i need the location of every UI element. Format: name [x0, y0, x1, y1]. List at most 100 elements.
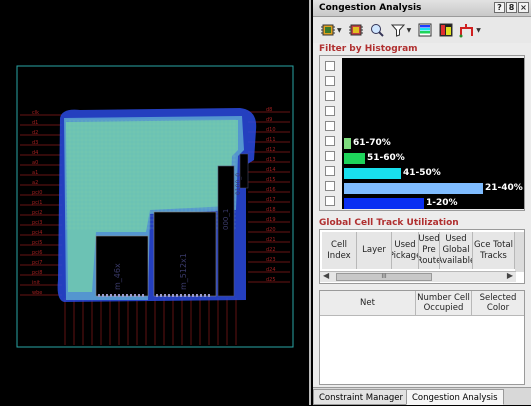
- chevron-down-icon[interactable]: ▼: [476, 27, 481, 34]
- tab-congestion-analysis[interactable]: Congestion Analysis: [406, 389, 504, 405]
- col-gce-total[interactable]: Gce Total Tracks: [473, 232, 515, 269]
- col-layer[interactable]: Layer: [357, 232, 392, 269]
- macro-pin: [110, 294, 112, 297]
- col-number-cell-occupied[interactable]: Number Cell Occupied: [416, 291, 472, 316]
- histogram-filter-checkbox[interactable]: [325, 121, 335, 131]
- pin-label: d22: [266, 247, 276, 253]
- chevron-down-icon[interactable]: ▼: [407, 27, 412, 34]
- histogram-filter-checkbox[interactable]: [325, 151, 335, 161]
- col-selected-color[interactable]: Selected Color: [472, 291, 524, 316]
- macro-pin: [204, 294, 206, 297]
- pin-label: a2: [32, 180, 38, 186]
- utilization-grid: Cell Index Layer Used Pickage Used Pre R…: [319, 229, 525, 284]
- macro-pin: [172, 294, 174, 297]
- grid-horizontal-scrollbar[interactable]: ◀ III ▶: [320, 271, 516, 282]
- histogram-filter-checkbox[interactable]: [325, 76, 335, 86]
- scroll-left-icon[interactable]: ◀: [323, 271, 329, 280]
- macro-block: [217, 165, 235, 297]
- histogram-plot: 61-70% 51-60% 41-50% 21-40% 1-20%: [342, 58, 524, 209]
- congestion-map: clk d1 d2 d3 d4 a0 a1 a2 pci0 pci1 pci2 pci3 pci4 pci…: [16, 65, 294, 348]
- legend-icon[interactable]: [416, 21, 434, 39]
- pin-label: d20: [266, 227, 276, 233]
- macro-pin: [184, 294, 186, 297]
- macro-pin: [156, 294, 158, 297]
- filter-section-label: Filter by Histogram: [319, 44, 418, 54]
- histogram-bar[interactable]: [344, 183, 483, 194]
- col-used-global[interactable]: Used Global Available: [440, 232, 473, 269]
- macro-pin: [196, 294, 198, 297]
- col-cell-index[interactable]: Cell Index: [322, 232, 357, 269]
- pin-label: a1: [32, 170, 38, 176]
- macro-pin: [138, 294, 140, 297]
- macro-block: [95, 235, 149, 297]
- panel-title: Congestion Analysis: [319, 3, 422, 13]
- histogram-filter-checkbox[interactable]: [325, 181, 335, 191]
- macro-label: 000_1: [222, 209, 230, 230]
- pin-label: clk: [32, 110, 39, 116]
- col-used-pre-route[interactable]: Used Pre Route: [419, 232, 440, 269]
- histogram-bar[interactable]: [344, 168, 401, 179]
- pin-label: d10: [266, 127, 276, 133]
- grid-vertical-scrollbar[interactable]: [515, 232, 524, 272]
- macro-pin: [192, 294, 194, 297]
- pin-label: d24: [266, 267, 276, 273]
- pin-label: d14: [266, 167, 276, 173]
- congestion-map-icon[interactable]: [437, 21, 455, 39]
- pin-label: init: [32, 280, 40, 286]
- macro-pin: [122, 294, 124, 297]
- layout-canvas[interactable]: clk d1 d2 d3 d4 a0 a1 a2 pci0 pci1 pci2 pci3 pci4 pci…: [0, 0, 311, 405]
- net-table: Net Number Cell Occupied Selected Color: [319, 290, 525, 385]
- histogram-filter-checkbox[interactable]: [325, 61, 335, 71]
- macro-pin: [102, 294, 104, 297]
- pin-label: d3: [32, 140, 38, 146]
- congestion-analysis-panel: Congestion Analysis ? 8 × ▼ ▼ ▼ Filter b…: [313, 0, 531, 405]
- histogram-filter-checkbox[interactable]: [325, 91, 335, 101]
- pin-label: wbe: [32, 290, 42, 296]
- macro-pin: [126, 294, 128, 297]
- pin-label: pci6: [32, 250, 43, 256]
- chevron-down-icon[interactable]: ▼: [337, 27, 342, 34]
- pin-label: a0: [32, 160, 38, 166]
- pin-label: d9: [266, 117, 272, 123]
- global-section-label: Global Cell Track Utilization: [319, 218, 459, 228]
- histogram-bar[interactable]: [344, 198, 424, 209]
- pin-label: d17: [266, 197, 276, 203]
- macro-pin: [188, 294, 190, 297]
- close-button[interactable]: ×: [518, 2, 529, 13]
- pin-label: d18: [266, 207, 276, 213]
- histogram-filter-checkbox[interactable]: [325, 166, 335, 176]
- col-net[interactable]: Net: [320, 291, 416, 316]
- col-used-pickage[interactable]: Used Pickage: [392, 232, 419, 269]
- histogram-filter-checkbox[interactable]: [325, 106, 335, 116]
- pin-label: d15: [266, 177, 276, 183]
- pin-label: d19: [266, 217, 276, 223]
- histogram-filter-checkbox[interactable]: [325, 196, 335, 206]
- pin-label: pci8: [32, 270, 43, 276]
- pin-label: d25: [266, 277, 276, 283]
- chip-settings-icon[interactable]: [347, 21, 365, 39]
- chip-analyze-icon[interactable]: [319, 21, 337, 39]
- scroll-right-icon[interactable]: ▶: [507, 271, 513, 280]
- float-button[interactable]: 8: [506, 2, 517, 13]
- route-icon[interactable]: [458, 21, 476, 39]
- tab-bar: Constraint Manager Congestion Analysis: [313, 387, 531, 405]
- pin-label: d2: [32, 130, 38, 136]
- macro-pin: [114, 294, 116, 297]
- pin-label: pci3: [32, 220, 43, 226]
- histogram: 61-70% 51-60% 41-50% 21-40% 1-20%: [319, 55, 525, 211]
- histogram-bar-label: 1-20%: [426, 198, 458, 208]
- zoom-icon[interactable]: [368, 21, 386, 39]
- pin-label: d11: [266, 137, 276, 143]
- macro-label: m_512x1: [179, 253, 188, 290]
- scroll-thumb[interactable]: III: [336, 273, 432, 281]
- macro-pin: [168, 294, 170, 297]
- help-button[interactable]: ?: [494, 2, 505, 13]
- histogram-bar-label: 61-70%: [353, 138, 391, 148]
- histogram-bar[interactable]: [344, 153, 365, 164]
- filter-icon[interactable]: [389, 21, 407, 39]
- histogram-bar[interactable]: [344, 138, 351, 149]
- macro-pin: [142, 294, 144, 297]
- tab-constraint-manager[interactable]: Constraint Manager: [313, 389, 410, 405]
- histogram-filter-checkbox[interactable]: [325, 136, 335, 146]
- pin-label: pci1: [32, 200, 43, 206]
